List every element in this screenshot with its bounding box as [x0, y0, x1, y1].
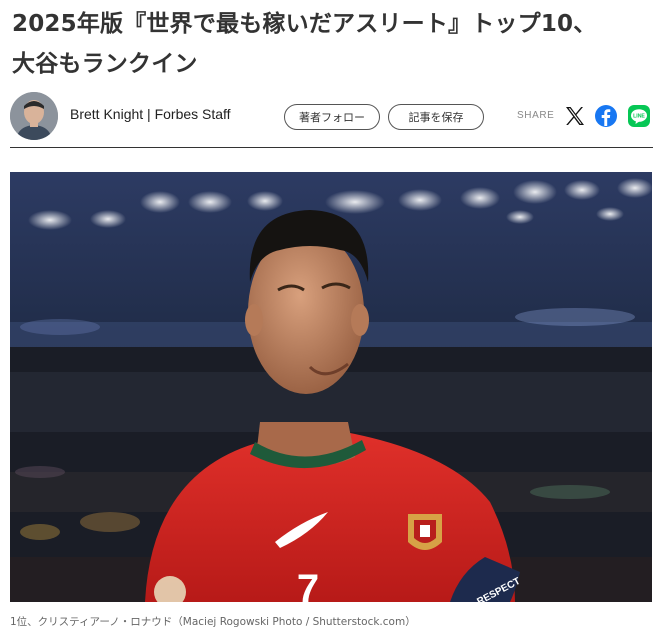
article-title-line-2: 大谷もランクイン	[12, 51, 198, 77]
facebook-icon[interactable]	[594, 104, 618, 128]
line-icon-label: LINE	[633, 113, 645, 119]
article-title-line-1: 2025年版『世界で最も稼いだアスリート』トップ10、	[12, 11, 597, 37]
jersey-number: 7	[297, 567, 319, 602]
article-hero-image: RESPECT 7	[10, 172, 652, 602]
byline: Brett Knight | Forbes Staff 著者フォロー 記事を保存…	[10, 92, 655, 142]
save-article-button[interactable]: 記事を保存	[388, 104, 484, 130]
image-caption: 1位、クリスティアーノ・ロナウド（Maciej Rogowski Photo /…	[10, 616, 416, 628]
x-icon[interactable]	[563, 104, 587, 128]
share-label: SHARE	[517, 110, 555, 121]
portugal-crest	[408, 514, 442, 550]
author-name[interactable]: Brett Knight | Forbes Staff	[70, 106, 231, 122]
author-avatar[interactable]	[10, 92, 58, 140]
line-icon[interactable]: LINE	[627, 104, 651, 128]
follow-author-button[interactable]: 著者フォロー	[284, 104, 380, 130]
header-divider	[10, 147, 653, 148]
article-title: 2025年版『世界で最も稼いだアスリート』トップ10、 大谷もランクイン	[12, 4, 662, 84]
